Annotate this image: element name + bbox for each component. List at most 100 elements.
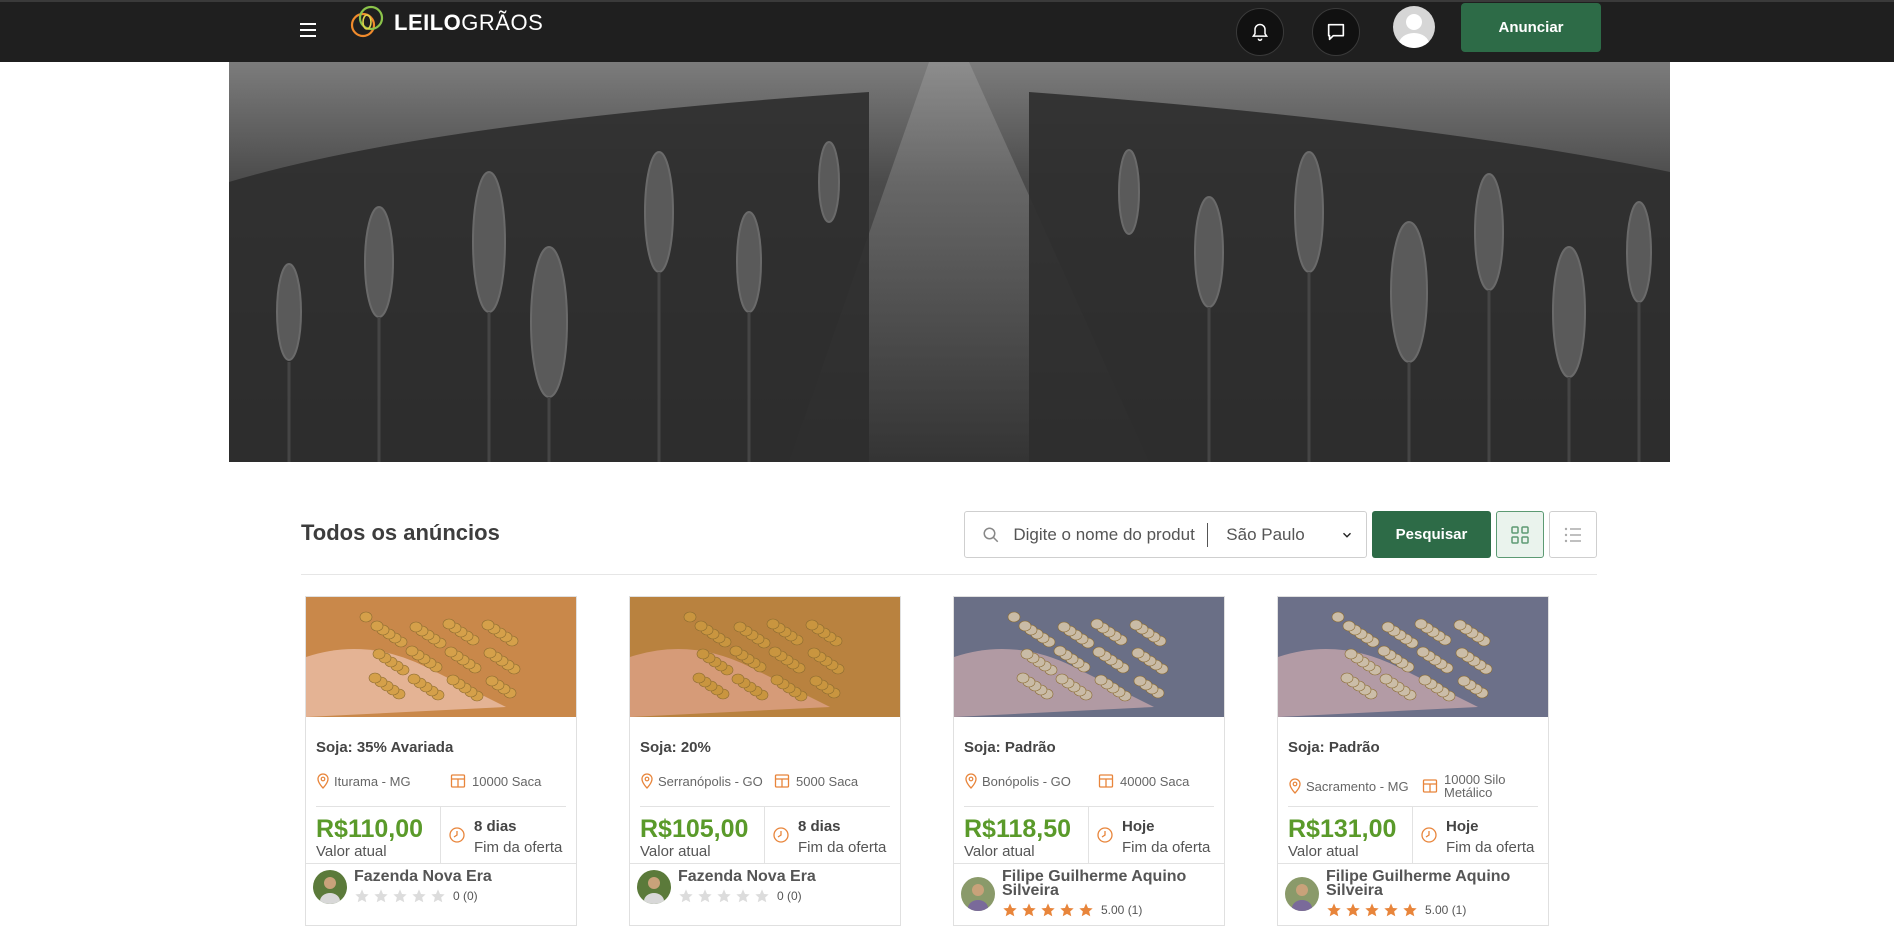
- listing-meta: Bonópolis - GO 40000 Saca: [964, 773, 1214, 789]
- listing-location-text: Serranópolis - GO: [658, 773, 763, 789]
- storage-box-icon: [1422, 779, 1438, 793]
- star-icon: [679, 889, 693, 903]
- star-icon: [1041, 903, 1055, 917]
- menu-icon[interactable]: [296, 18, 320, 42]
- clock-icon: [1421, 827, 1437, 843]
- grid-icon: [1511, 525, 1529, 544]
- listing-meta: Iturama - MG 10000 Saca: [316, 773, 566, 789]
- star-icon: [1003, 903, 1017, 917]
- list-view-button[interactable]: [1549, 511, 1597, 558]
- listing-time-label: Fim da oferta: [1446, 839, 1535, 856]
- listing-location: Bonópolis - GO: [964, 773, 1098, 789]
- card-divider: [1288, 806, 1538, 807]
- seller-avatar: [313, 870, 347, 904]
- star-icon: [755, 889, 769, 903]
- listing-quantity-text: 5000 Saca: [796, 773, 859, 789]
- listing-location: Iturama - MG: [316, 773, 450, 789]
- listing-location-text: Bonópolis - GO: [982, 773, 1071, 789]
- star-icon: [1365, 903, 1379, 917]
- listing-price: R$105,00: [640, 815, 749, 843]
- announce-button[interactable]: Anunciar: [1461, 3, 1601, 52]
- clock-icon: [1097, 827, 1113, 843]
- brand-name-bold: LEILO: [394, 10, 462, 35]
- seller-rating-text: 5.00 (1): [1101, 903, 1143, 917]
- card-vertical-divider: [1088, 807, 1089, 863]
- seller-info[interactable]: Fazenda Nova Era 0 (0): [637, 869, 878, 904]
- listing-time-remaining: Hoje: [1122, 818, 1155, 835]
- user-avatar-button[interactable]: [1393, 6, 1435, 48]
- notifications-button[interactable]: [1236, 8, 1284, 56]
- storage-box-icon: [774, 774, 790, 788]
- state-select-value: São Paulo: [1226, 524, 1305, 544]
- product-image: [954, 597, 1224, 717]
- seller-rating: 5.00 (1): [1326, 902, 1516, 918]
- star-icon: [374, 889, 388, 903]
- listing-quantity: 10000 Saca: [450, 773, 541, 789]
- page-title: Todos os anúncios: [301, 520, 500, 545]
- seller-info[interactable]: Fazenda Nova Era 0 (0): [313, 869, 554, 904]
- location-pin-icon: [965, 773, 977, 789]
- seller-name: Filipe Guilherme Aquino Silveira: [1326, 868, 1511, 899]
- listing-location-text: Iturama - MG: [334, 773, 411, 789]
- seller-rating-text: 0 (0): [777, 889, 802, 903]
- seller-avatar: [1285, 877, 1319, 911]
- search-button[interactable]: Pesquisar: [1372, 511, 1491, 558]
- star-icon: [1403, 903, 1417, 917]
- card-divider: [640, 806, 890, 807]
- listing-location-text: Sacramento - MG: [1306, 778, 1409, 794]
- seller-info[interactable]: Filipe Guilherme Aquino Silveira 5.00 (1…: [1285, 868, 1516, 918]
- listing-time-remaining: Hoje: [1446, 818, 1479, 835]
- state-select[interactable]: São Paulo: [1226, 525, 1366, 545]
- card-vertical-divider: [764, 807, 765, 863]
- listing-price: R$118,50: [964, 815, 1072, 843]
- star-icon: [1384, 903, 1398, 917]
- messages-button[interactable]: [1312, 8, 1360, 56]
- hero-banner-image: [229, 62, 1670, 462]
- logo-mark-icon: [350, 5, 384, 38]
- listing-meta: Serranópolis - GO 5000 Saca: [640, 773, 890, 789]
- listing-time-label: Fim da oferta: [474, 839, 563, 856]
- star-icon: [393, 889, 407, 903]
- card-divider-bottom: [630, 863, 900, 864]
- brand-logo[interactable]: LEILOGRÃOS: [348, 4, 543, 42]
- listing-card[interactable]: Soja: Padrão Sacramento - MG 10000 Silo …: [1277, 596, 1549, 926]
- grid-view-button[interactable]: [1496, 511, 1544, 558]
- listing-location: Serranópolis - GO: [640, 773, 774, 789]
- bell-icon: [1251, 23, 1269, 42]
- storage-box-icon: [450, 774, 466, 788]
- chat-icon: [1327, 23, 1345, 41]
- search-icon: [981, 524, 1001, 546]
- clock-icon: [449, 827, 465, 843]
- card-divider-bottom: [306, 863, 576, 864]
- top-navbar: LEILOGRÃOS Anunciar: [0, 0, 1894, 62]
- seller-info[interactable]: Filipe Guilherme Aquino Silveira 5.00 (1…: [961, 869, 1192, 918]
- listing-price-label: Valor atual: [1288, 843, 1359, 860]
- star-icon: [717, 889, 731, 903]
- listing-card[interactable]: Soja: Padrão Bonópolis - GO 40000 Saca R…: [953, 596, 1225, 926]
- seller-rating: 0 (0): [354, 888, 554, 904]
- star-icon: [1346, 903, 1360, 917]
- star-icon: [736, 889, 750, 903]
- list-icon: [1564, 527, 1581, 542]
- star-icon: [698, 889, 712, 903]
- listing-card[interactable]: Soja: 35% Avariada Iturama - MG 10000 Sa…: [305, 596, 577, 926]
- listing-price-label: Valor atual: [964, 843, 1035, 860]
- listing-quantity: 5000 Saca: [774, 773, 858, 789]
- listing-price-label: Valor atual: [640, 843, 711, 860]
- star-icon: [1079, 903, 1093, 917]
- seller-rating-text: 0 (0): [453, 889, 478, 903]
- product-image: [1278, 597, 1548, 717]
- seller-details: Fazenda Nova Era 0 (0): [678, 869, 878, 904]
- card-vertical-divider: [440, 807, 441, 863]
- seller-avatar: [637, 870, 671, 904]
- storage-box-icon: [1098, 774, 1114, 788]
- product-search-input[interactable]: [1013, 524, 1204, 545]
- user-avatar-icon: [1399, 14, 1429, 48]
- listing-title: Soja: Padrão: [1288, 739, 1380, 756]
- listing-title: Soja: 35% Avariada: [316, 739, 454, 756]
- clock-icon: [773, 827, 789, 843]
- seller-details: Filipe Guilherme Aquino Silveira 5.00 (1…: [1326, 868, 1516, 918]
- listing-price: R$131,00: [1288, 815, 1397, 843]
- listing-card[interactable]: Soja: 20% Serranópolis - GO 5000 Saca R$…: [629, 596, 901, 926]
- listing-location: Sacramento - MG: [1288, 778, 1422, 794]
